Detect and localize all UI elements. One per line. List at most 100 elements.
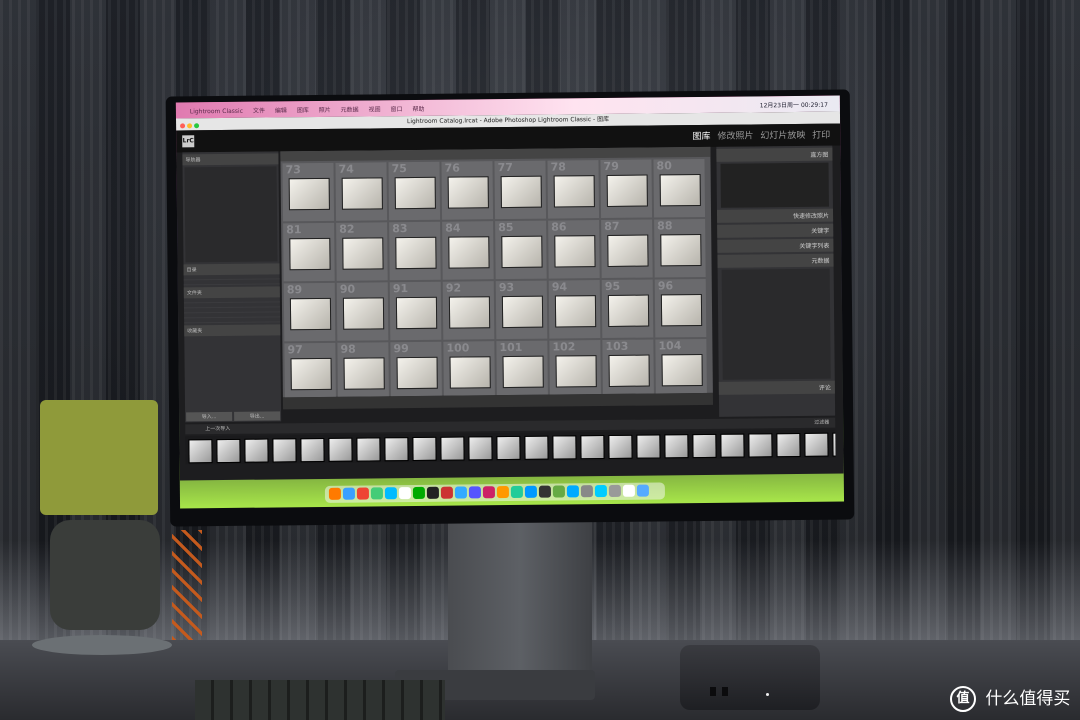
filmstrip-thumbnail[interactable] xyxy=(636,434,661,459)
thumbnail-image[interactable] xyxy=(448,236,490,269)
filmstrip-thumbnail[interactable] xyxy=(664,434,689,459)
thumbnail-image[interactable] xyxy=(395,296,438,330)
thumbnail-image[interactable] xyxy=(554,295,597,328)
dock-app-icon[interactable] xyxy=(482,486,495,499)
menu-edit[interactable]: 编辑 xyxy=(271,101,291,114)
thumbnail-cell[interactable]: 99 xyxy=(390,341,442,398)
dock-app-icon[interactable] xyxy=(566,485,579,498)
module-print[interactable]: 打印 xyxy=(808,131,830,141)
dock-app-icon[interactable] xyxy=(496,486,509,499)
thumbnail-image[interactable] xyxy=(608,354,650,387)
filmstrip-thumbnail[interactable] xyxy=(692,433,717,459)
dock-app-icon[interactable] xyxy=(594,484,607,498)
thumbnail-cell[interactable]: 100 xyxy=(443,341,495,398)
module-develop[interactable]: 修改照片 xyxy=(713,131,753,141)
thumbnail-cell[interactable]: 90 xyxy=(336,282,389,341)
thumbnail-image[interactable] xyxy=(395,236,437,270)
dock-app-icon[interactable] xyxy=(622,484,635,497)
thumbnail-cell[interactable]: 94 xyxy=(548,280,601,339)
menu-help[interactable]: 帮助 xyxy=(408,100,428,113)
thumbnail-image[interactable] xyxy=(553,175,595,208)
filmstrip-thumbnail[interactable] xyxy=(580,435,605,460)
filmstrip-thumbnail[interactable] xyxy=(720,433,745,458)
close-button[interactable] xyxy=(180,123,186,129)
thumbnail-image[interactable] xyxy=(449,356,491,389)
thumbnail-image[interactable] xyxy=(659,173,701,207)
filmstrip-thumbnail[interactable] xyxy=(244,438,269,463)
dock-app-icon[interactable] xyxy=(384,487,397,500)
thumbnail-image[interactable] xyxy=(394,176,436,210)
thumbnail-cell[interactable]: 92 xyxy=(442,281,495,340)
filmstrip-thumbnail[interactable] xyxy=(356,437,381,462)
thumbnail-cell[interactable]: 95 xyxy=(601,279,654,339)
thumbnail-image[interactable] xyxy=(660,293,703,327)
thumbnail-cell[interactable]: 88 xyxy=(654,218,706,278)
menu-app-name[interactable]: Lightroom Classic xyxy=(186,104,247,116)
dock-app-icon[interactable] xyxy=(370,487,383,500)
minimize-button[interactable] xyxy=(187,123,193,129)
collections-header[interactable]: 收藏夹 xyxy=(184,324,281,337)
thumbnail-cell[interactable]: 93 xyxy=(495,280,548,340)
thumbnail-cell[interactable]: 78 xyxy=(547,160,600,219)
thumbnail-image[interactable] xyxy=(501,295,544,329)
thumbnail-image[interactable] xyxy=(606,174,648,207)
filmstrip-thumbnail[interactable] xyxy=(440,436,465,461)
filmstrip-thumbnail[interactable] xyxy=(188,439,213,464)
menu-view[interactable]: 视图 xyxy=(365,100,385,113)
catalog-row[interactable] xyxy=(183,279,280,286)
filmstrip-thumbnail[interactable] xyxy=(300,437,325,463)
keywording-header[interactable]: 关键字 xyxy=(717,223,834,238)
comments-header[interactable]: 评论 xyxy=(718,380,835,395)
filmstrip-thumbnail[interactable] xyxy=(468,436,493,461)
thumbnail-cell[interactable]: 96 xyxy=(654,278,707,338)
thumbnail-cell[interactable]: 97 xyxy=(284,342,336,398)
thumbnail-cell[interactable]: 104 xyxy=(655,338,707,398)
filmstrip-thumbnail[interactable] xyxy=(524,435,549,460)
dock-app-icon[interactable] xyxy=(468,486,481,499)
thumbnail-cell[interactable]: 101 xyxy=(496,340,548,398)
menu-photo[interactable]: 照片 xyxy=(315,101,335,114)
dock-app-icon[interactable] xyxy=(552,485,565,498)
import-button[interactable]: 导入... xyxy=(186,411,233,422)
filmstrip-filter[interactable]: 过滤器 xyxy=(814,418,829,428)
thumbnail-image[interactable] xyxy=(555,355,597,388)
thumbnail-cell[interactable]: 103 xyxy=(602,339,654,398)
thumbnail-image[interactable] xyxy=(501,235,543,269)
filmstrip-thumbnail[interactable] xyxy=(272,438,297,463)
export-button[interactable]: 导出... xyxy=(234,411,281,421)
filmstrip-thumbnail[interactable] xyxy=(496,435,521,461)
thumbnail-image[interactable] xyxy=(660,233,702,267)
filmstrip-source[interactable]: 上一次导入 xyxy=(205,426,230,432)
module-slideshow[interactable]: 幻灯片放映 xyxy=(756,131,805,142)
menubar-clock[interactable]: 12月23日周一 00:29:17 xyxy=(756,96,832,110)
thumbnail-image[interactable] xyxy=(396,356,438,390)
dock-app-icon[interactable] xyxy=(412,486,425,500)
zoom-button[interactable] xyxy=(194,123,200,129)
dock-app-icon[interactable] xyxy=(608,484,621,497)
dock-app-icon[interactable] xyxy=(398,487,411,500)
dock-app-icon[interactable] xyxy=(636,484,649,497)
thumbnail-image[interactable] xyxy=(607,294,650,327)
thumbnail-cell[interactable]: 83 xyxy=(389,221,441,281)
menu-file[interactable]: 文件 xyxy=(249,102,269,115)
thumbnail-cell[interactable]: 74 xyxy=(335,162,388,221)
thumbnail-image[interactable] xyxy=(661,353,703,387)
thumbnail-cell[interactable]: 73 xyxy=(282,162,335,222)
thumbnail-image[interactable] xyxy=(607,234,649,267)
thumbnail-cell[interactable]: 91 xyxy=(389,281,442,341)
thumbnail-cell[interactable]: 86 xyxy=(548,220,600,279)
filmstrip-thumbnail[interactable] xyxy=(412,436,437,462)
thumbnail-cell[interactable]: 84 xyxy=(442,221,494,280)
filmstrip-thumbnail[interactable] xyxy=(608,434,633,459)
dock-app-icon[interactable] xyxy=(440,486,453,499)
dock-app-icon[interactable] xyxy=(538,485,551,498)
thumbnail-cell[interactable]: 79 xyxy=(600,159,653,219)
thumbnail-cell[interactable]: 76 xyxy=(441,161,494,220)
thumbnail-cell[interactable]: 77 xyxy=(494,160,547,220)
filmstrip-thumbnail[interactable] xyxy=(748,433,773,458)
menu-metadata[interactable]: 元数据 xyxy=(337,101,363,114)
thumbnail-cell[interactable]: 89 xyxy=(283,282,336,342)
navigator-header[interactable]: 导航器 xyxy=(182,153,279,166)
quick-develop-header[interactable]: 快速修改照片 xyxy=(716,208,834,223)
apple-menu-icon[interactable] xyxy=(176,109,184,113)
